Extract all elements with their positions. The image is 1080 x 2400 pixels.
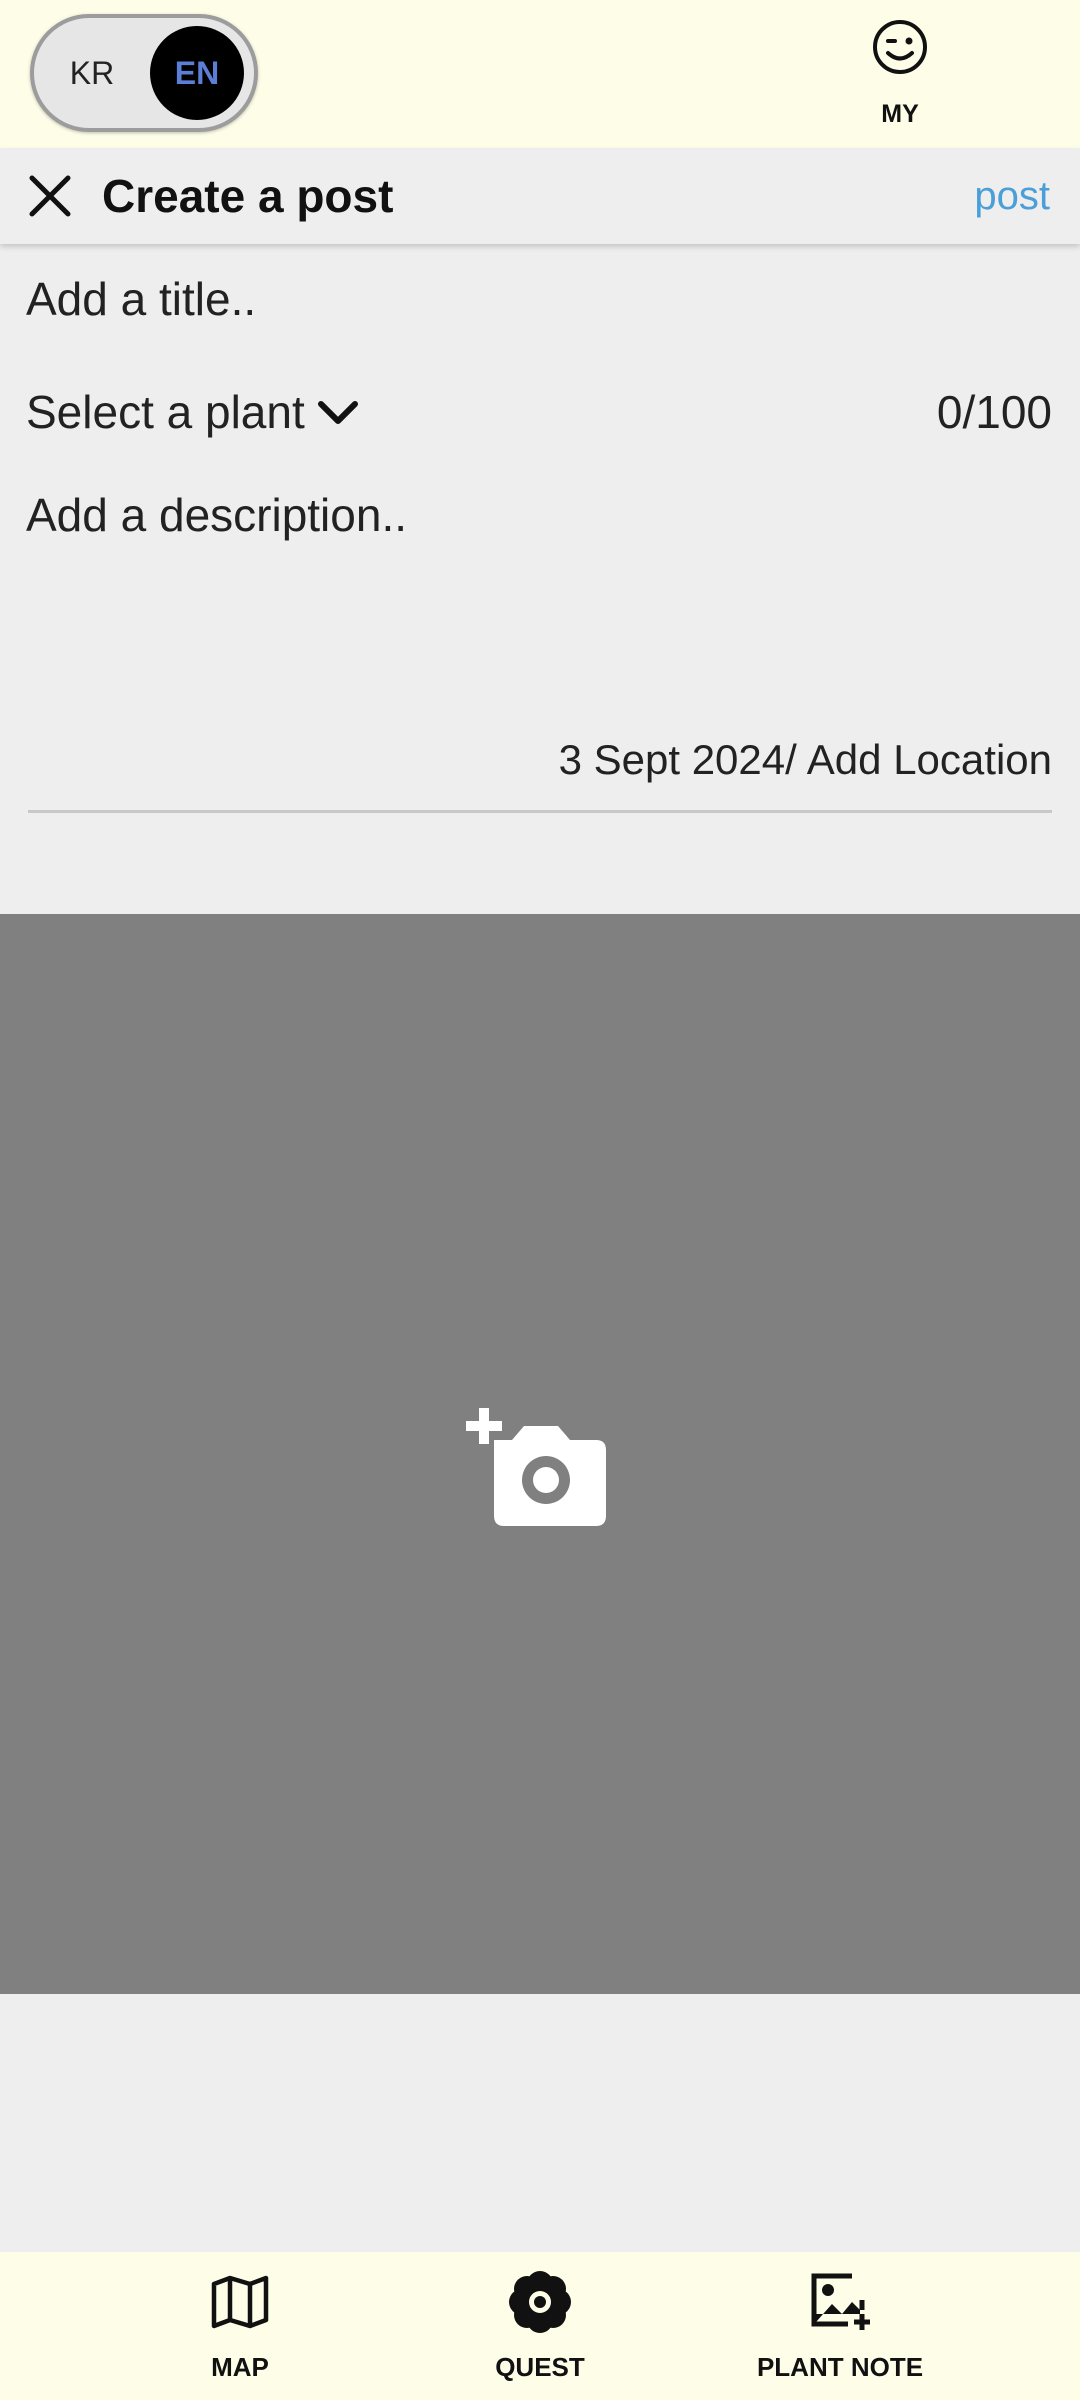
add-photo-icon[interactable] <box>466 1400 608 1532</box>
character-count: 0/100 <box>936 386 1052 438</box>
description-input[interactable]: Add a description.. <box>26 488 407 542</box>
add-image-icon <box>811 2273 870 2330</box>
plant-select-label: Select a plant <box>26 386 305 438</box>
top-bar: KR EN MY <box>0 0 1080 148</box>
nav-quest[interactable]: QUEST <box>420 2270 660 2390</box>
wink-face-icon <box>873 20 927 74</box>
divider <box>28 810 1052 813</box>
post-button[interactable]: post <box>974 168 1050 224</box>
nav-plant-note-label: PLANT NOTE <box>756 2352 924 2382</box>
map-icon <box>211 2275 269 2329</box>
nav-map-label: MAP <box>211 2352 269 2382</box>
close-icon[interactable] <box>26 172 74 220</box>
my-label: MY <box>881 100 919 128</box>
language-option-en[interactable]: EN <box>150 26 244 120</box>
nav-plant-note[interactable]: PLANT NOTE <box>720 2270 960 2390</box>
add-location-button[interactable]: Add Location <box>807 736 1052 783</box>
chevron-down-icon <box>317 400 358 424</box>
my-button[interactable]: MY <box>850 14 950 134</box>
language-option-kr[interactable]: KR <box>62 48 122 98</box>
flower-icon <box>509 2271 571 2333</box>
page-title: Create a post <box>102 170 394 222</box>
nav-quest-label: QUEST <box>495 2352 585 2382</box>
nav-map[interactable]: MAP <box>120 2270 360 2390</box>
language-toggle[interactable]: KR EN <box>30 14 258 132</box>
post-date: 3 Sept 2024/ <box>558 736 797 783</box>
plant-select-dropdown[interactable]: Select a plant <box>26 382 361 442</box>
date-location-row: 3 Sept 2024/Add Location <box>559 736 1052 784</box>
title-input[interactable]: Add a title.. <box>26 272 256 326</box>
